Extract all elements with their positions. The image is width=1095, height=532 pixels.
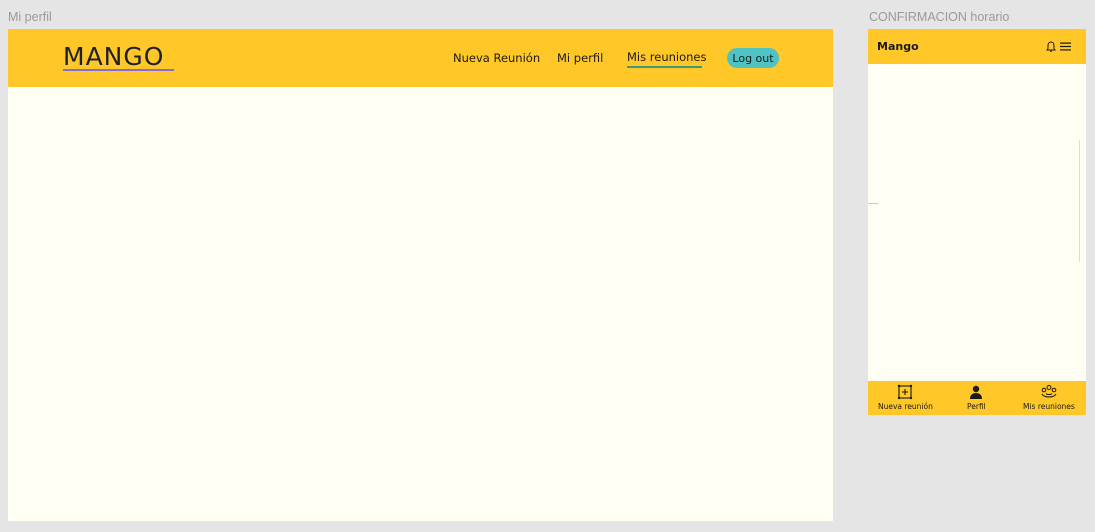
tab-mis-reuniones[interactable]: Mis reuniones <box>1023 384 1075 411</box>
tab-label: Perfil <box>967 402 986 411</box>
scrollbar-track <box>1079 140 1080 262</box>
logo[interactable]: MANGO <box>63 42 164 72</box>
tab-label: Mis reuniones <box>1023 402 1075 411</box>
logo-underline <box>63 69 174 71</box>
logout-button[interactable]: Log out <box>727 48 779 68</box>
frame-label-desktop: Mi perfil <box>8 10 52 24</box>
nav-link-mi-perfil[interactable]: Mi perfil <box>557 51 603 65</box>
desktop-frame: MANGO Nueva Reunión Mi perfil Mis reunio… <box>8 29 833 521</box>
mobile-title[interactable]: Mango <box>877 40 919 53</box>
desktop-header: MANGO Nueva Reunión Mi perfil Mis reunio… <box>8 29 833 87</box>
add-square-icon <box>898 384 913 400</box>
nav-link-mis-reuniones[interactable]: Mis reuniones <box>627 50 706 64</box>
group-icon <box>1041 385 1057 398</box>
nav-link-nueva-reunion[interactable]: Nueva Reunión <box>453 51 540 65</box>
mobile-frame: Mango Nueva reunión Perfil Mis reuniones <box>868 29 1086 415</box>
menu-icon[interactable] <box>1060 42 1071 51</box>
frame-label-mobile: CONFIRMACION horario <box>869 10 1010 24</box>
tab-label: Nueva reunión <box>878 402 933 411</box>
tab-perfil[interactable]: Perfil <box>967 384 986 411</box>
mobile-tab-bar: Nueva reunión Perfil Mis reuniones <box>868 381 1086 415</box>
bell-icon[interactable] <box>1046 41 1056 53</box>
tab-nueva-reunion[interactable]: Nueva reunión <box>878 384 933 411</box>
divider <box>868 203 878 204</box>
nav-active-indicator <box>627 66 702 68</box>
person-icon <box>970 385 983 399</box>
mobile-header: Mango <box>868 29 1086 64</box>
